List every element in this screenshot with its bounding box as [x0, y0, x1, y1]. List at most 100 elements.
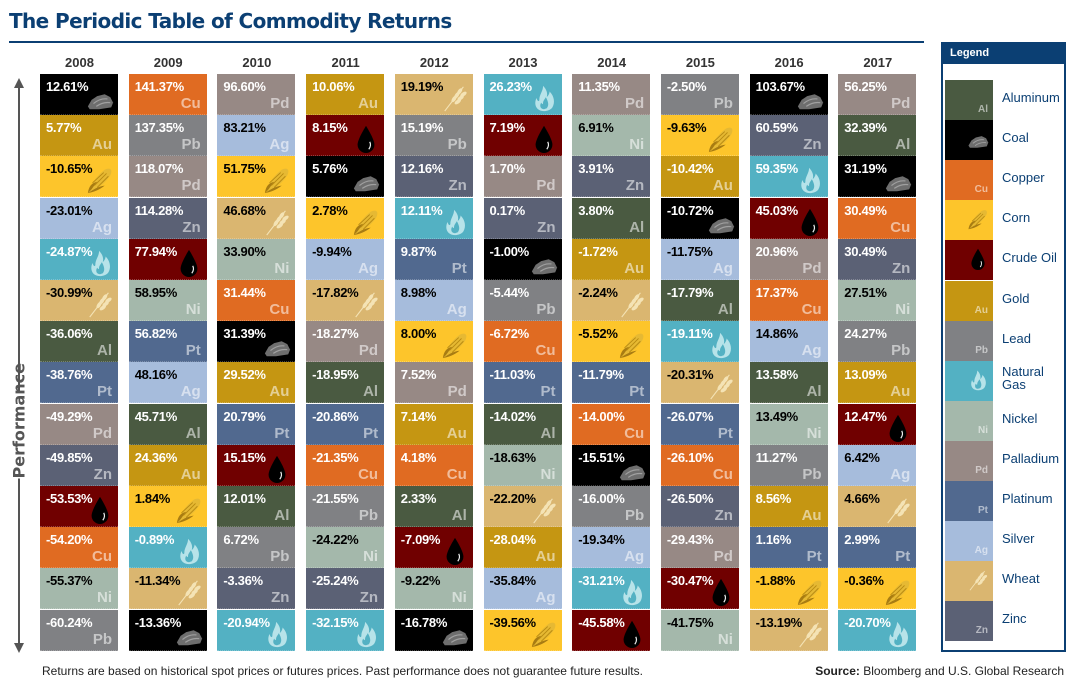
- element-symbol: Pb: [713, 95, 733, 112]
- return-value: 77.94%: [134, 243, 178, 259]
- return-value: -21.55%: [312, 491, 359, 506]
- commodity-tile: -23.01% Ag: [40, 197, 118, 239]
- commodity-tile: 4.18% Cu: [394, 444, 473, 486]
- commodity-tile: 20.79% Pt: [217, 403, 296, 445]
- coal-icon: [176, 629, 202, 645]
- element-symbol: Ni: [274, 259, 290, 277]
- commodity-tile: 7.14% Au: [394, 403, 473, 445]
- return-value: -28.04%: [489, 532, 537, 548]
- return-value: -7.09%: [400, 532, 441, 548]
- element-symbol: Pd: [625, 95, 645, 112]
- element-symbol: Cu: [269, 301, 290, 318]
- return-value: 58.95%: [134, 285, 178, 300]
- return-value: -41.75%: [666, 614, 714, 630]
- return-value: 6.42%: [844, 449, 880, 465]
- legend-item: Wheat: [945, 561, 1064, 602]
- element-symbol: Pd: [270, 95, 290, 112]
- commodity-tile: -53.53%: [40, 486, 118, 527]
- element-symbol: Pd: [92, 424, 112, 442]
- return-value: 8.56%: [755, 491, 792, 506]
- legend-item: Natural Gas: [945, 360, 1064, 401]
- flame-icon: [357, 621, 377, 647]
- return-value: -49.29%: [46, 408, 93, 424]
- return-value: 5.77%: [46, 120, 82, 136]
- oil-drop-icon: [889, 414, 907, 442]
- return-value: -1.00%: [489, 243, 530, 259]
- oil-drop-icon: [446, 538, 464, 566]
- return-value: 12.01%: [223, 491, 266, 506]
- element-symbol: Ni: [717, 630, 733, 648]
- element-symbol: Au: [535, 548, 556, 566]
- element-symbol: Al: [97, 342, 112, 360]
- flame-icon: [180, 539, 199, 565]
- element-symbol: Cu: [180, 95, 201, 112]
- corn-icon: [442, 333, 467, 359]
- flame-icon: [712, 333, 731, 359]
- return-value: 56.82%: [134, 326, 178, 342]
- return-value: 30.49%: [844, 202, 887, 218]
- element-symbol: Al: [629, 218, 645, 236]
- corn-icon: [968, 210, 987, 230]
- legend-label: Palladium: [1002, 450, 1060, 466]
- commodity-tile: -24.22% Ni: [306, 527, 385, 569]
- element-symbol: Au: [269, 383, 290, 401]
- source-note: Source: Bloomberg and U.S. Global Resear…: [815, 664, 1064, 678]
- coal-icon: [353, 176, 380, 192]
- year-header: 2008: [65, 55, 94, 70]
- element-symbol: Ni: [629, 136, 645, 154]
- legend-swatch: [945, 561, 993, 602]
- return-value: -11.75%: [666, 243, 713, 259]
- commodity-tile: -20.31%: [660, 362, 739, 404]
- commodity-tile: 6.42% Ag: [838, 444, 917, 486]
- element-symbol: Pt: [806, 548, 822, 566]
- legend-swatch: Pt: [945, 481, 993, 521]
- commodity-tile: 137.35% Pb: [128, 115, 207, 157]
- return-value: 83.21%: [223, 120, 266, 136]
- legend-label: Platinum: [1002, 491, 1053, 506]
- commodity-tile: 59.35%: [749, 156, 828, 198]
- commodity-tile: 8.00%: [394, 321, 473, 363]
- commodity-tile: -21.35% Cu: [306, 444, 385, 486]
- element-symbol: Zn: [448, 177, 467, 195]
- commodity-tile: -49.29% Pd: [40, 403, 118, 445]
- corn-icon: [708, 127, 733, 153]
- year-header: 2013: [508, 55, 538, 70]
- element-symbol: Pd: [713, 548, 733, 566]
- element-symbol: Pt: [185, 342, 201, 360]
- element-symbol: Pd: [447, 383, 467, 401]
- commodity-tile: -54.20% Cu: [40, 527, 118, 569]
- return-value: -11.03%: [489, 367, 536, 383]
- commodity-tile: 2.99% Pt: [838, 527, 917, 569]
- element-symbol: Al: [806, 383, 822, 401]
- return-value: -0.36%: [844, 573, 884, 589]
- commodity-tile: -10.72%: [660, 197, 739, 239]
- corn-icon: [531, 622, 555, 647]
- return-value: 56.25%: [844, 79, 887, 94]
- commodity-tile: -5.44% Pb: [483, 280, 562, 321]
- commodity-tile: -26.10% Cu: [660, 444, 739, 486]
- element-symbol: Ag: [890, 465, 911, 483]
- return-value: 48.16%: [134, 367, 178, 383]
- legend-item: Coal: [945, 120, 1064, 161]
- return-value: -5.52%: [578, 326, 618, 342]
- return-value: -10.42%: [666, 161, 714, 177]
- legend-label: Coal: [1002, 130, 1029, 146]
- commodity-tile: -20.70%: [838, 609, 917, 651]
- return-value: -23.01%: [46, 202, 93, 218]
- commodity-tile: 58.95% Ni: [128, 280, 207, 321]
- element-symbol: Au: [92, 136, 112, 154]
- commodity-tile: 0.17% Zn: [483, 197, 562, 239]
- commodity-tile: -5.52%: [572, 321, 651, 363]
- return-value: 33.90%: [223, 243, 266, 259]
- commodity-tile: -9.22% Ni: [394, 568, 473, 610]
- commodity-tile: 1.84%: [128, 486, 207, 527]
- return-value: -14.00%: [578, 408, 625, 424]
- return-value: 12.47%: [844, 408, 887, 424]
- return-value: -26.50%: [666, 491, 714, 506]
- element-symbol: Au: [712, 177, 733, 195]
- return-value: -38.76%: [46, 367, 93, 383]
- element-symbol: Pb: [181, 136, 201, 154]
- coal-icon: [531, 259, 557, 274]
- return-value: -1.72%: [578, 243, 618, 259]
- element-symbol: Pb: [447, 136, 467, 154]
